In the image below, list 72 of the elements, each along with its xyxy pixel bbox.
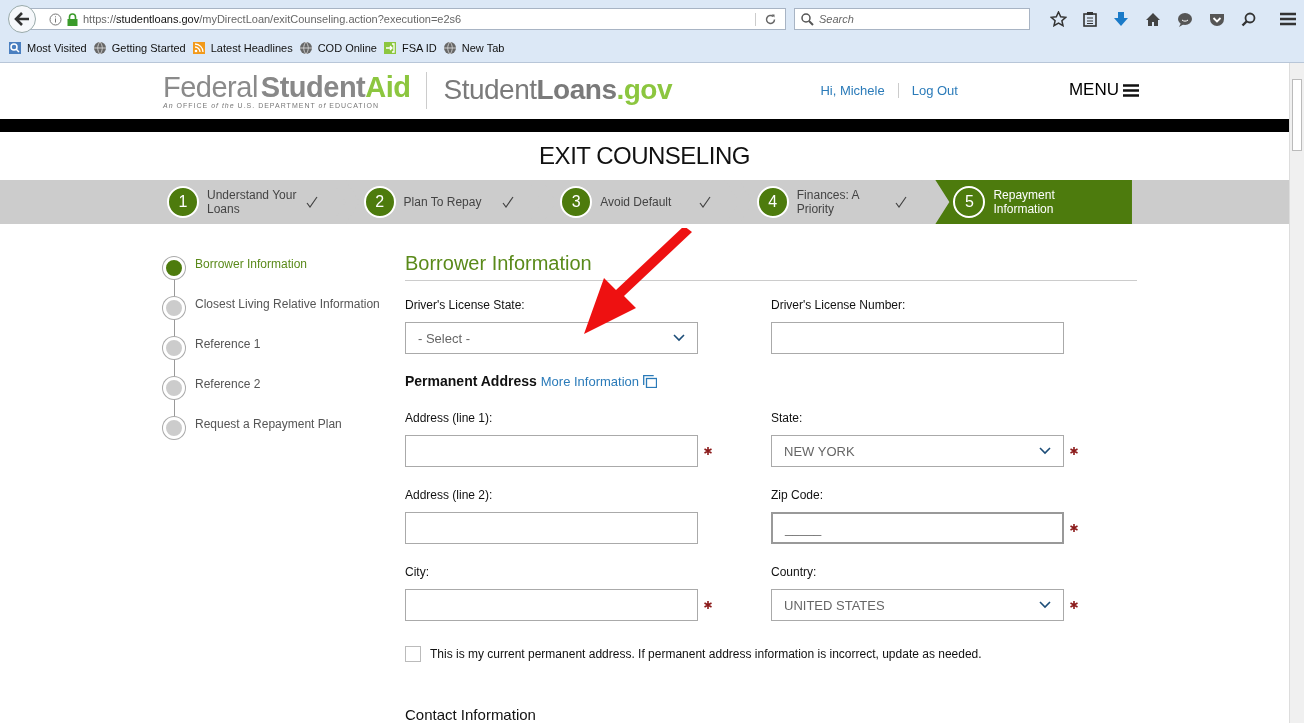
input-field[interactable]	[405, 512, 698, 544]
side-nav-link[interactable]: Reference 2	[195, 376, 385, 416]
bookmark-link[interactable]: FSA ID	[401, 42, 437, 54]
subsection-title: Permanent Address	[405, 373, 537, 389]
menu-icon	[1123, 83, 1139, 97]
site-name[interactable]: StudentLoans.gov	[427, 74, 673, 106]
url-text: https://studentloans.gov/myDirectLoan/exitCounseling.action?execution=e2s6	[83, 13, 463, 25]
field-label: State:	[771, 411, 804, 427]
field-label: Country:	[771, 565, 818, 581]
feed-icon	[191, 41, 206, 55]
chevron-down-icon	[673, 334, 685, 342]
logout-link[interactable]: Log Out	[898, 82, 971, 98]
back-button[interactable]	[8, 5, 36, 33]
side-nav-link[interactable]: Request a Repayment Plan	[195, 416, 385, 456]
checkmark-icon	[698, 196, 711, 208]
dropdown[interactable]: UNITED STATES	[771, 589, 1064, 621]
search-icon	[801, 12, 814, 26]
address-bar[interactable]: https://studentloans.gov/myDirectLoan/exitCounseling.action?execution=e2s6	[30, 8, 786, 30]
search-field[interactable]: Search	[794, 8, 1030, 30]
bookmark-link[interactable]: Most Visited	[27, 42, 87, 54]
more-information-link[interactable]: More Information	[540, 373, 639, 389]
field-label: Driver's License State:	[405, 298, 526, 314]
search-input[interactable]: Search	[819, 13, 1019, 25]
pocket-icon[interactable]	[1209, 11, 1225, 27]
field-label: Address (line 2):	[405, 488, 494, 504]
globe-icon	[298, 41, 313, 55]
input-field[interactable]	[405, 589, 698, 621]
chat-icon[interactable]	[1177, 11, 1193, 27]
star-icon[interactable]	[1050, 11, 1067, 27]
chevron-down-icon	[1039, 447, 1051, 455]
field-label: City:	[405, 565, 430, 581]
lock-icon	[67, 12, 78, 26]
globe-icon	[92, 41, 107, 55]
menu-button[interactable]: MENU	[1068, 80, 1139, 100]
dropdown[interactable]: NEW YORK	[771, 435, 1064, 467]
checkbox-label: This is my current permanent address. If permanent address information is incorrect, update as needed.	[430, 647, 982, 661]
chevron-down-icon	[1039, 601, 1051, 609]
subsection-title: Contact Information	[405, 706, 537, 723]
globe-icon	[442, 41, 457, 55]
menu-icon[interactable]	[1280, 12, 1296, 26]
back-arrow-icon	[14, 12, 30, 26]
magnifier-icon[interactable]	[1241, 11, 1256, 27]
bookmark-link[interactable]: Latest Headlines	[210, 42, 293, 54]
bookmark-folder-icon	[8, 41, 22, 55]
bookmark-link[interactable]: COD Online	[317, 42, 377, 54]
field-label: Zip Code:	[771, 488, 825, 504]
progress-step[interactable]: 5 Repayment Information	[935, 180, 1132, 224]
input-field[interactable]	[771, 322, 1064, 354]
page-title: EXIT COUNSELING	[538, 142, 751, 170]
info-icon	[49, 12, 62, 26]
side-nav-link[interactable]: Borrower Information	[195, 256, 385, 296]
field-label: Driver's License Number:	[771, 298, 907, 314]
popup-icon[interactable]	[643, 374, 657, 388]
bookmark-link[interactable]: Getting Started	[111, 42, 186, 54]
field-label: Address (line 1):	[405, 411, 494, 427]
checkbox[interactable]	[405, 646, 421, 662]
side-nav-link[interactable]: Closest Living Relative Information	[195, 296, 385, 336]
greeting-link[interactable]: Hi, Michele	[807, 82, 899, 98]
download-icon[interactable]	[1113, 11, 1129, 27]
checkmark-icon	[895, 196, 908, 208]
login-icon	[382, 41, 397, 55]
home-icon[interactable]	[1145, 11, 1161, 27]
side-nav-link[interactable]: Reference 1	[195, 336, 385, 376]
checkmark-icon	[502, 196, 515, 208]
input-field[interactable]	[405, 435, 698, 467]
input-field[interactable]: _____	[771, 512, 1064, 544]
scrollbar-thumb[interactable]	[1292, 79, 1302, 151]
checkmark-icon	[305, 196, 318, 208]
logo-text[interactable]: FederalStudentAid	[163, 71, 411, 102]
dropdown[interactable]: - Select -	[405, 322, 698, 354]
clipboard-icon[interactable]	[1083, 11, 1097, 27]
bookmark-link[interactable]: New Tab	[461, 42, 505, 54]
